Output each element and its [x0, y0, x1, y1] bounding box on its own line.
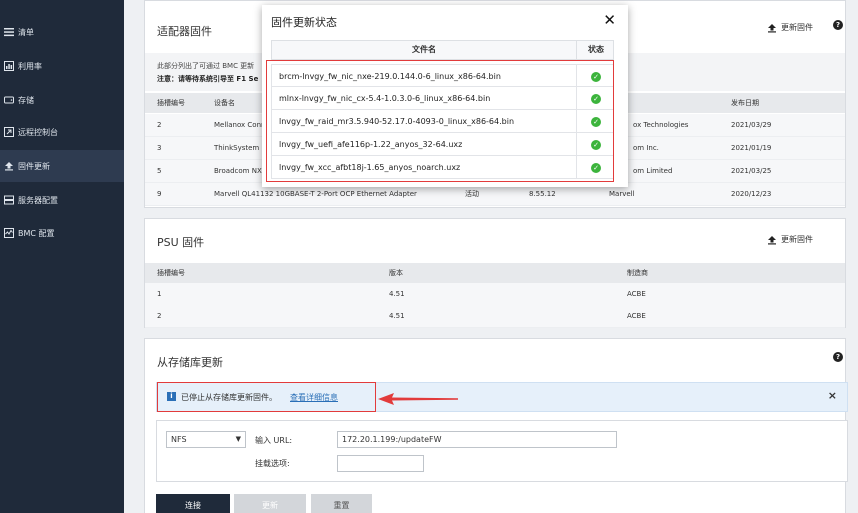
sidebar-item-storage[interactable]: 存储 — [0, 84, 124, 116]
watermark-text: TSE部门分享 — [704, 462, 802, 481]
sidebar-item-bmc-config[interactable]: BMC 配置 — [0, 217, 124, 249]
vendor-cell: om Inc. — [633, 144, 659, 152]
table-row: 1 4.51 ACBE — [145, 283, 845, 306]
arrow-annotation — [378, 393, 458, 405]
header-slot: 插槽编号 — [157, 99, 185, 107]
close-icon[interactable]: ✕ — [603, 11, 616, 29]
version-cell: 4.51 — [389, 312, 405, 320]
upload-icon — [768, 235, 776, 244]
device-cell: Mellanox Conn — [214, 121, 266, 129]
slot-cell: 9 — [157, 190, 162, 198]
slot-cell: 2 — [157, 121, 162, 129]
sidebar-item-inventory[interactable]: 清单 — [0, 16, 124, 48]
table-row: 2 4.51 ACBE — [145, 305, 845, 328]
device-cell: Broadcom NX — [214, 167, 262, 175]
header-manufacturer: 制造商 — [627, 269, 648, 277]
mount-options-label: 挂载选项: — [255, 459, 290, 468]
wechat-icon — [668, 459, 697, 480]
console-icon — [4, 127, 14, 137]
header-status: 状态 — [576, 41, 615, 59]
date-cell: 2021/03/25 — [731, 167, 772, 175]
adapter-note-line1: 此部分列出了可通过 BMC 更新 — [157, 62, 255, 70]
header-filename: 文件名 — [412, 45, 436, 54]
update-firmware-label: 更新固件 — [781, 23, 813, 32]
date-cell: 2021/03/29 — [731, 121, 772, 129]
date-cell: 2021/01/19 — [731, 144, 772, 152]
list-icon — [4, 27, 14, 37]
chevron-down-icon: ▼ — [235, 435, 241, 443]
psu-update-firmware-button[interactable]: 更新固件 — [767, 234, 813, 245]
protocol-select[interactable]: NFS ▼ — [166, 431, 246, 448]
sidebar-item-label: BMC 配置 — [18, 228, 55, 238]
sidebar-item-utilization[interactable]: 利用率 — [0, 50, 124, 82]
help-icon[interactable]: ? — [833, 352, 843, 362]
slot-cell: 2 — [157, 312, 162, 320]
highlight-box — [266, 60, 614, 182]
vendor-cell: ox Technologies — [633, 121, 689, 129]
psu-card-title: PSU 固件 — [157, 236, 205, 249]
watermark: TSE部门分享 — [668, 458, 801, 482]
date-cell: 2020/12/23 — [731, 190, 772, 198]
protocol-value: NFS — [171, 435, 187, 444]
version-cell: 4.51 — [389, 290, 405, 298]
upload-icon — [4, 161, 14, 171]
reset-button[interactable]: 重置 — [311, 494, 372, 513]
vendor-cell: ACBE — [627, 290, 646, 298]
sidebar-item-label: 远程控制台 — [18, 127, 58, 137]
upload-icon — [768, 23, 776, 32]
sidebar-item-remote-console[interactable]: 远程控制台 — [0, 116, 124, 148]
psu-table-header: 插槽编号 版本 制造商 — [145, 263, 845, 283]
sidebar-item-firmware-update[interactable]: 固件更新 — [0, 150, 124, 182]
device-cell: ThinkSystem I — [214, 144, 264, 152]
vendor-cell: om Limited — [633, 167, 673, 175]
sidebar: 清单 利用率 存储 远程控制台 固件更新 服务器配置 BMC 配置 — [0, 0, 124, 513]
sidebar-item-label: 清单 — [18, 27, 34, 37]
bmc-icon — [4, 228, 14, 238]
sidebar-item-server-config[interactable]: 服务器配置 — [0, 184, 124, 216]
header-device: 设备名 — [214, 99, 235, 107]
highlight-box — [157, 382, 376, 412]
slot-cell: 3 — [157, 144, 162, 152]
help-icon[interactable]: ? — [833, 20, 843, 30]
header-version: 版本 — [389, 269, 403, 277]
status-table-header: 文件名 状态 — [271, 40, 614, 60]
header-release-date: 发布日期 — [731, 99, 759, 107]
adapter-note-line2: 注意：请等待系统引导至 F1 Se — [157, 75, 259, 83]
sidebar-item-label: 服务器配置 — [18, 195, 58, 205]
psu-firmware-card: PSU 固件 更新固件 插槽编号 版本 制造商 1 4.51 ACBE 2 4.… — [144, 218, 846, 328]
close-icon[interactable]: × — [828, 389, 837, 402]
adapter-card-title: 适配器固件 — [157, 25, 212, 38]
repository-card-title: 从存储库更新 — [157, 356, 223, 369]
header-slot: 插槽编号 — [157, 269, 185, 277]
slot-cell: 1 — [157, 290, 162, 298]
connect-button[interactable]: 连接 — [156, 494, 230, 513]
sidebar-item-label: 存储 — [18, 95, 34, 105]
mount-options-input[interactable] — [337, 455, 424, 472]
sidebar-item-label: 固件更新 — [18, 161, 50, 171]
server-config-icon — [4, 195, 14, 205]
url-label: 输入 URL: — [255, 436, 293, 445]
vendor-cell: ACBE — [627, 312, 646, 320]
adapter-update-firmware-button[interactable]: 更新固件 — [767, 22, 813, 33]
update-firmware-label: 更新固件 — [781, 235, 813, 244]
slot-cell: 5 — [157, 167, 162, 175]
sidebar-item-label: 利用率 — [18, 61, 42, 71]
chart-icon — [4, 61, 14, 71]
url-input[interactable]: 172.20.1.199:/updateFW — [337, 431, 617, 448]
storage-icon — [4, 95, 14, 105]
update-button[interactable]: 更新 — [234, 494, 306, 513]
dialog-title: 固件更新状态 — [271, 16, 337, 29]
